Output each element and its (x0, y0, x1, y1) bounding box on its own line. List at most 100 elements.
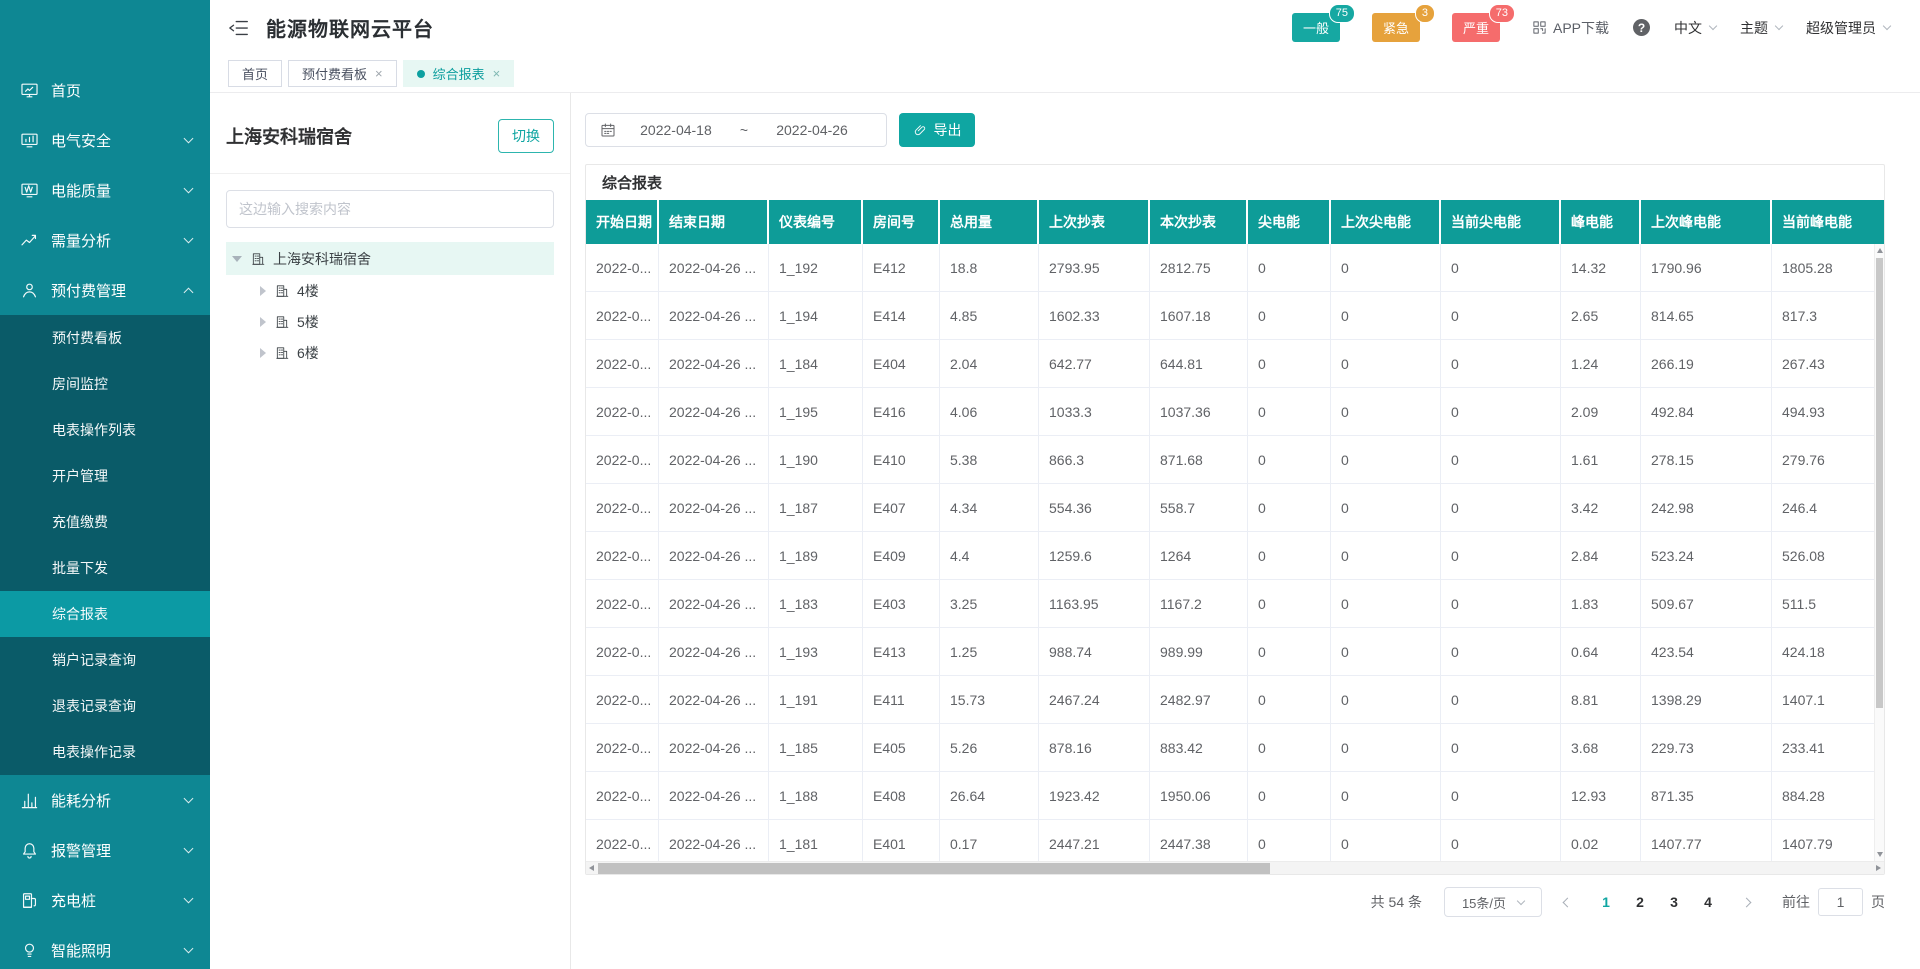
scroll-right-icon[interactable] (1876, 865, 1881, 871)
sidebar-item-energy-analysis[interactable]: 能耗分析 (0, 775, 210, 825)
app-download-link[interactable]: APP下载 (1532, 18, 1609, 38)
page-number-2[interactable]: 2 (1627, 894, 1653, 910)
chevron-down-icon (184, 133, 194, 143)
sidebar-subitem-account-open[interactable]: 开户管理 (0, 453, 210, 499)
cell: 3.68 (1561, 724, 1641, 772)
sidebar-subitem-room-monitor[interactable]: 房间监控 (0, 361, 210, 407)
cell: 2022-0... (586, 388, 659, 436)
date-start-value[interactable]: 2022-04-18 (616, 122, 736, 138)
sidebar-subitem-prepaid-dashboard[interactable]: 预付费看板 (0, 315, 210, 361)
caret-right-icon[interactable] (260, 286, 266, 296)
building-icon (274, 314, 289, 329)
caret-right-icon[interactable] (260, 348, 266, 358)
sidebar-item-label: 智能照明 (51, 940, 111, 961)
cell: 2022-04-26 ... (659, 484, 769, 532)
page-number-4[interactable]: 4 (1695, 894, 1721, 910)
horizontal-scrollbar[interactable] (586, 861, 1884, 874)
table-row: 2022-0...2022-04-26 ...1_189E4094.41259.… (586, 532, 1884, 580)
cell: 526.08 (1772, 532, 1884, 580)
cell: 1923.42 (1039, 772, 1150, 820)
sidebar-item-power-quality[interactable]: 电能质量 (0, 165, 210, 215)
cell: 554.36 (1039, 484, 1150, 532)
sidebar-subitem-meter-operation-list[interactable]: 电表操作列表 (0, 407, 210, 453)
close-icon[interactable]: × (493, 67, 501, 80)
caret-down-icon[interactable] (232, 256, 242, 262)
close-icon[interactable]: × (375, 67, 383, 80)
sidebar-item-home[interactable]: 首页 (0, 65, 210, 115)
scroll-left-icon[interactable] (589, 865, 594, 871)
tab-label: 综合报表 (433, 64, 485, 83)
user-dropdown[interactable]: 超级管理员 (1806, 18, 1890, 38)
sidebar-menu: 首页电气安全电能质量需量分析预付费管理预付费看板房间监控电表操作列表开户管理充值… (0, 0, 210, 969)
active-tab-dot-icon (417, 70, 425, 78)
collapse-menu-icon[interactable] (228, 17, 250, 39)
cell: E412 (863, 244, 940, 292)
sidebar-item-demand-analysis[interactable]: 需量分析 (0, 215, 210, 265)
column-header: 开始日期 (586, 200, 659, 244)
charging-pile-icon (20, 891, 39, 910)
cell: 0 (1441, 820, 1561, 861)
sidebar-subitem-batch-dispatch[interactable]: 批量下发 (0, 545, 210, 591)
cell: 0 (1248, 532, 1331, 580)
sidebar-item-alarm-management[interactable]: 报警管理 (0, 825, 210, 875)
tab-comprehensive-report[interactable]: 综合报表 × (403, 60, 515, 87)
cell: 2.65 (1561, 292, 1641, 340)
goto-page-input[interactable] (1818, 888, 1863, 916)
tab-prepaid-dashboard[interactable]: 预付费看板 × (288, 60, 397, 87)
sidebar-item-electric-safety[interactable]: 电气安全 (0, 115, 210, 165)
cell: 1_191 (769, 676, 863, 724)
tree-node-floor[interactable]: 6楼 (226, 337, 554, 368)
cell: 1163.95 (1039, 580, 1150, 628)
prev-page-button[interactable] (1563, 897, 1573, 907)
report-table-wrap: 开始日期结束日期仪表编号房间号总用量上次抄表本次抄表尖电能上次尖电能当前尖电能峰… (586, 200, 1884, 861)
scroll-down-icon[interactable] (1877, 852, 1883, 857)
table-row: 2022-0...2022-04-26 ...1_181E4010.172447… (586, 820, 1884, 861)
sidebar-subitem-label: 退表记录查询 (52, 696, 136, 716)
alarm-badge-general[interactable]: 一般 75 (1292, 13, 1340, 42)
tab-home[interactable]: 首页 (228, 60, 282, 87)
cell: 0 (1248, 676, 1331, 724)
horizontal-scrollbar-thumb[interactable] (598, 863, 1270, 874)
sidebar-subitem-recharge-payment[interactable]: 充值缴费 (0, 499, 210, 545)
chevron-down-icon (184, 943, 194, 953)
page-size-select[interactable]: 15条/页 (1444, 887, 1542, 917)
cell: 1037.36 (1150, 388, 1248, 436)
tree-node-floor[interactable]: 5楼 (226, 306, 554, 337)
sidebar-subitem-label: 开户管理 (52, 466, 108, 486)
scroll-up-icon[interactable] (1877, 248, 1883, 253)
page-number-1[interactable]: 1 (1593, 894, 1619, 910)
table-row: 2022-0...2022-04-26 ...1_194E4144.851602… (586, 292, 1884, 340)
alarm-badge-critical[interactable]: 严重 73 (1452, 13, 1500, 42)
help-icon[interactable]: ? (1633, 19, 1650, 36)
vertical-scrollbar-thumb[interactable] (1876, 258, 1883, 708)
page-number-3[interactable]: 3 (1661, 894, 1687, 910)
cell: 279.76 (1772, 436, 1884, 484)
sidebar-subitem-account-cancel-query[interactable]: 销户记录查询 (0, 637, 210, 683)
cell: 246.4 (1772, 484, 1884, 532)
vertical-scrollbar[interactable] (1874, 244, 1884, 861)
date-end-value[interactable]: 2022-04-26 (752, 122, 872, 138)
tree-node-root[interactable]: 上海安科瑞宿舍 (226, 242, 554, 275)
column-header: 结束日期 (659, 200, 769, 244)
switch-building-button[interactable]: 切换 (498, 119, 554, 153)
cell: E414 (863, 292, 940, 340)
cell: 12.93 (1561, 772, 1641, 820)
caret-right-icon[interactable] (260, 317, 266, 327)
sidebar-subitem-meter-return-query[interactable]: 退表记录查询 (0, 683, 210, 729)
theme-dropdown[interactable]: 主题 (1740, 18, 1782, 38)
sidebar-item-prepaid-management[interactable]: 预付费管理 (0, 265, 210, 315)
export-button[interactable]: 导出 (899, 113, 975, 147)
column-header: 仪表编号 (769, 200, 863, 244)
sidebar-item-charging-pile[interactable]: 充电桩 (0, 875, 210, 925)
tree-search-input[interactable] (226, 190, 554, 228)
sidebar-item-smart-lighting[interactable]: 智能照明 (0, 925, 210, 969)
next-page-button[interactable] (1742, 897, 1752, 907)
sidebar-subitem-meter-operation-record[interactable]: 电表操作记录 (0, 729, 210, 775)
cell: 523.24 (1641, 532, 1772, 580)
tree-node-floor[interactable]: 4楼 (226, 275, 554, 306)
tree-children: 4楼5楼6楼 (226, 275, 554, 368)
language-dropdown[interactable]: 中文 (1674, 18, 1716, 38)
date-range-picker[interactable]: 2022-04-18 ~ 2022-04-26 (585, 113, 887, 147)
sidebar-subitem-comprehensive-report[interactable]: 综合报表 (0, 591, 210, 637)
alarm-badge-urgent[interactable]: 紧急 3 (1372, 13, 1420, 42)
